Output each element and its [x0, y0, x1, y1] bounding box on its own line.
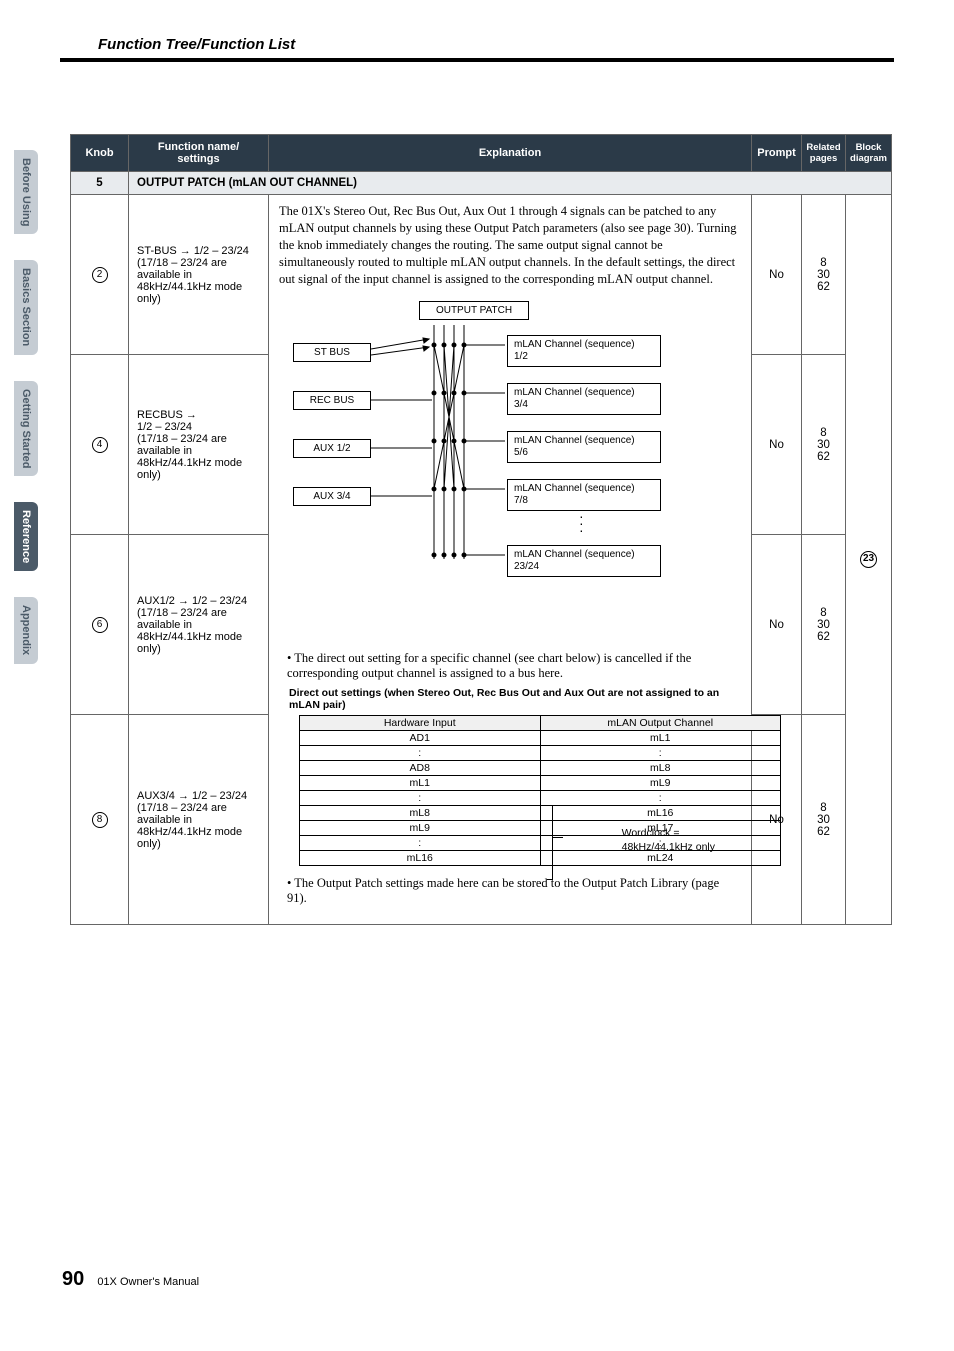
page-footer: 90 01X Owner's Manual	[62, 1268, 199, 1291]
knob-cell: 4	[71, 355, 129, 535]
inner-h1: Hardware Input	[300, 716, 541, 731]
pages-cell: 8 30 62	[802, 195, 846, 355]
inner-cell: AD8	[300, 761, 541, 776]
prompt-cell: No	[752, 355, 802, 535]
section-row: 5 OUTPUT PATCH (mLAN OUT CHANNEL)	[71, 172, 892, 195]
tab-before-using[interactable]: Before Using	[14, 150, 38, 234]
func-cell: RECBUS → 1/2 – 23/24 (17/18 – 23/24 are …	[129, 355, 269, 535]
inner-cell: :	[300, 791, 541, 806]
inner-cell: mL8	[540, 761, 781, 776]
inner-cell: :	[300, 746, 541, 761]
inner-cell: mL9	[540, 776, 781, 791]
func-cell: ST-BUS → 1/2 – 23/24 (17/18 – 23/24 are …	[129, 195, 269, 355]
inner-cell: mL9	[300, 821, 541, 836]
wordclock-note: Wordclock = 48kHz/44.1kHz only	[622, 827, 715, 853]
page-number: 90	[62, 1268, 84, 1290]
col-func: Function name/ settings	[129, 135, 269, 172]
col-pages: Related pages	[802, 135, 846, 172]
func-cell: AUX3/4 → 1/2 – 23/24 (17/18 – 23/24 are …	[129, 715, 269, 925]
section-num: 5	[71, 172, 129, 195]
inner-cell: :	[540, 791, 781, 806]
bracket-icon	[547, 805, 553, 880]
tab-appendix[interactable]: Appendix	[14, 597, 38, 663]
table-row: 2 ST-BUS → 1/2 – 23/24 (17/18 – 23/24 ar…	[71, 195, 892, 355]
inner-cell: mL1	[540, 731, 781, 746]
prompt-cell: No	[752, 195, 802, 355]
prompt-cell: No	[752, 535, 802, 715]
routing-lines	[269, 287, 709, 587]
knob-cell: 2	[71, 195, 129, 355]
tab-basics[interactable]: Basics Section	[14, 260, 38, 354]
inner-cell: mL1	[300, 776, 541, 791]
inner-cell: mL16	[540, 806, 781, 821]
tab-getting-started[interactable]: Getting Started	[14, 381, 38, 476]
inner-cell: :	[300, 836, 541, 851]
func-cell: AUX1/2 → 1/2 – 23/24 (17/18 – 23/24 are …	[129, 535, 269, 715]
routing-diagram: OUTPUT PATCH ST BUS REC BUS AUX 1/2 AUX …	[269, 287, 751, 647]
knob-number-icon: 2	[92, 267, 108, 283]
function-table: Knob Function name/ settings Explanation…	[70, 134, 892, 925]
table-header-row: Knob Function name/ settings Explanation…	[71, 135, 892, 172]
col-block: Block diagram	[846, 135, 892, 172]
bracket-stem	[553, 837, 563, 838]
inner-cell: AD1	[300, 731, 541, 746]
bullet-library: • The Output Patch settings made here ca…	[287, 876, 741, 906]
knob-number-icon: 8	[92, 812, 108, 828]
block-diagram-cell: 23	[846, 195, 892, 925]
col-knob: Knob	[71, 135, 129, 172]
block-diagram-ref: 23	[860, 551, 877, 568]
pages-cell: 8 30 62	[802, 535, 846, 715]
inner-cell: mL8	[300, 806, 541, 821]
header-rule	[60, 58, 894, 62]
knob-number-icon: 4	[92, 437, 108, 453]
wordclock-line2: 48kHz/44.1kHz only	[622, 841, 715, 853]
bullet-text-1: The direct out setting for a specific ch…	[287, 651, 691, 680]
tab-reference[interactable]: Reference	[14, 502, 38, 571]
col-prompt: Prompt	[752, 135, 802, 172]
inner-h2: mLAN Output Channel	[540, 716, 781, 731]
section-title: OUTPUT PATCH (mLAN OUT CHANNEL)	[129, 172, 892, 195]
bullet-direct-out: • The direct out setting for a specific …	[287, 651, 741, 681]
knob-cell: 6	[71, 535, 129, 715]
knob-cell: 8	[71, 715, 129, 925]
footer-text: 01X Owner's Manual	[97, 1276, 199, 1288]
pages-cell: 8 30 62	[802, 715, 846, 925]
direct-out-caption: Direct out settings (when Stereo Out, Re…	[289, 687, 741, 711]
col-expl: Explanation	[269, 135, 752, 172]
page-header: Function Tree/Function List	[98, 36, 295, 53]
explanation-cell: The 01X's Stereo Out, Rec Bus Out, Aux O…	[269, 195, 752, 925]
explanation-para: The 01X's Stereo Out, Rec Bus Out, Aux O…	[269, 195, 751, 287]
side-tabs: Before Using Basics Section Getting Star…	[14, 150, 44, 690]
wordclock-line1: Wordclock =	[622, 827, 680, 839]
knob-number-icon: 6	[92, 617, 108, 633]
bullet-text-2: The Output Patch settings made here can …	[287, 876, 719, 905]
inner-cell: mL16	[300, 851, 541, 866]
inner-cell: :	[540, 746, 781, 761]
pages-cell: 8 30 62	[802, 355, 846, 535]
